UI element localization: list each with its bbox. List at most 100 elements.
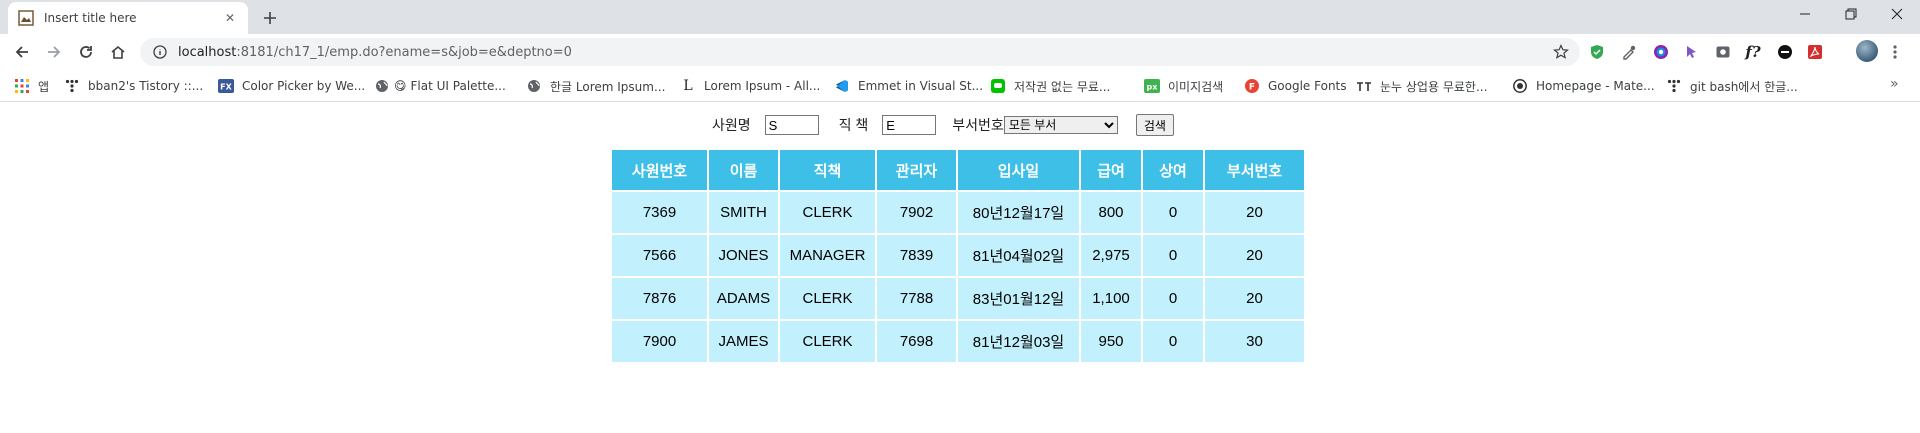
shield-extension-icon[interactable] [1588,43,1606,61]
tab-title: Insert title here [44,11,137,25]
bookmarks-overflow-icon[interactable]: » [1890,76,1899,92]
header-name: 이름 [709,150,778,190]
cell-job: CLERK [780,192,875,233]
employee-table: 사원번호 이름 직책 관리자 입사일 급여 상여 부서번호 7369 SMITH… [610,148,1306,364]
bookmark-label: Lorem Ipsum - All... [704,79,821,93]
forward-button[interactable] [42,40,66,64]
cell-salary: 950 [1081,321,1141,362]
cell-name: JONES [709,235,778,276]
site-info-icon[interactable] [152,44,168,60]
cell-hire-date: 80년12월17일 [958,192,1079,233]
page-favicon-icon [18,10,34,26]
globe-icon [526,78,542,94]
bookmark-label: Google Fonts [1268,79,1347,93]
chat-icon [990,78,1006,94]
noonnu-icon [1356,78,1372,94]
cell-manager: 7902 [877,192,956,233]
bookmark-label: 앱 [38,79,50,94]
apps-grid-icon [14,78,30,94]
cell-commission: 0 [1143,321,1203,362]
globe-icon [374,78,390,94]
department-label: 부서번호 [952,117,1004,133]
tistory-icon [64,78,80,94]
cell-salary: 2,975 [1081,235,1141,276]
cell-employee-number: 7369 [612,192,707,233]
cursor-extension-icon[interactable] [1682,43,1700,61]
cell-department-number: 30 [1205,321,1304,362]
profile-avatar[interactable] [1856,40,1878,62]
lorem-l-icon: L [683,78,693,94]
eyedropper-extension-icon[interactable] [1620,43,1638,61]
department-select[interactable]: 모든 부서 [1003,116,1118,134]
reload-icon [80,46,92,58]
bookmark-free-images[interactable]: 저작권 없는 무료... [990,76,1110,96]
back-button[interactable] [10,40,34,64]
browser-menu-icon[interactable] [1888,42,1902,62]
header-job: 직책 [780,150,875,190]
bookmark-color-picker[interactable]: FX Color Picker by We... [218,76,365,96]
tab-close-icon[interactable]: ✕ [222,10,238,26]
bookmark-label: bban2's Tistory ::... [88,79,204,93]
cell-manager: 7788 [877,278,956,319]
browser-tab[interactable]: Insert title here ✕ [8,2,248,34]
cell-department-number: 20 [1205,235,1304,276]
header-salary: 급여 [1081,150,1141,190]
font-finder-extension-icon[interactable]: f? [1744,43,1762,61]
employee-search-form: 사원명 직 책 부서번호 모든 부서 검색 [712,114,1174,136]
bookmark-label: 한글 Lorem Ipsum... [550,79,666,94]
acrobat-extension-icon[interactable] [1806,43,1824,61]
url-text[interactable]: localhost:8181/ch17_1/emp.do?ename=s&job… [178,45,572,60]
bookmark-materialize[interactable]: Homepage - Mate... [1512,76,1655,96]
cell-commission: 0 [1143,192,1203,233]
cell-hire-date: 81년12월03일 [958,321,1079,362]
job-label: 직 책 [838,117,869,133]
header-hire-date: 입사일 [958,150,1079,190]
bookmark-apps[interactable]: 앱 [14,76,49,96]
arrow-right-icon [48,46,61,58]
bookmark-lorem-ipsum[interactable]: L Lorem Ipsum - All... [680,76,820,96]
restore-button[interactable] [1828,0,1874,28]
cell-commission: 0 [1143,235,1203,276]
reload-button[interactable] [74,40,98,64]
search-button[interactable]: 검색 [1135,114,1174,136]
cell-salary: 1,100 [1081,278,1141,319]
cell-salary: 800 [1081,192,1141,233]
address-bar[interactable]: localhost:8181/ch17_1/emp.do?ename=s&job… [140,38,1580,66]
bookmark-tistory[interactable]: bban2's Tistory ::... [64,76,203,96]
cell-job: CLERK [780,278,875,319]
bookmark-korean-lorem[interactable]: 한글 Lorem Ipsum... [526,76,665,96]
cell-employee-number: 7876 [612,278,707,319]
fx-icon: FX [218,78,234,94]
bookmark-flat-ui[interactable]: 😋 Flat UI Palette... [374,76,506,96]
cell-employee-number: 7900 [612,321,707,362]
bookmark-label: Emmet in Visual St... [858,79,984,93]
color-wheel-extension-icon[interactable] [1652,43,1670,61]
bookmark-noonnu[interactable]: 눈누 상업용 무료한... [1356,76,1487,96]
bookmark-git-bash[interactable]: git bash에서 한글... [1666,76,1798,96]
close-window-button[interactable] [1874,0,1920,28]
bookmark-label: 저작권 없는 무료... [1014,79,1111,94]
bookmark-emmet[interactable]: Emmet in Visual St... [834,76,983,96]
cell-commission: 0 [1143,278,1203,319]
bookmark-google-fonts[interactable]: F Google Fonts [1244,76,1347,96]
header-commission: 상여 [1143,150,1203,190]
cell-department-number: 20 [1205,278,1304,319]
material-icon [1512,78,1528,94]
cell-name: ADAMS [709,278,778,319]
employee-name-input[interactable] [764,115,819,135]
header-department-number: 부서번호 [1205,150,1304,190]
bookmark-image-search[interactable]: px 이미지검색 [1144,76,1223,96]
screenshot-extension-icon[interactable] [1714,43,1732,61]
home-button[interactable] [106,40,130,64]
job-input[interactable] [882,115,937,135]
svg-text:F: F [1249,83,1255,93]
table-row: 7876 ADAMS CLERK 7788 83년01월12일 1,100 0 … [612,278,1304,319]
new-tab-button[interactable] [258,6,282,30]
bookmark-star-icon[interactable] [1552,43,1570,61]
minimize-button[interactable] [1782,0,1828,28]
arrow-left-icon [15,46,28,58]
cell-name: JAMES [709,321,778,362]
svg-text:px: px [1147,83,1159,92]
bookmark-label: git bash에서 한글... [1690,79,1798,94]
dark-extension-icon[interactable] [1776,43,1794,61]
